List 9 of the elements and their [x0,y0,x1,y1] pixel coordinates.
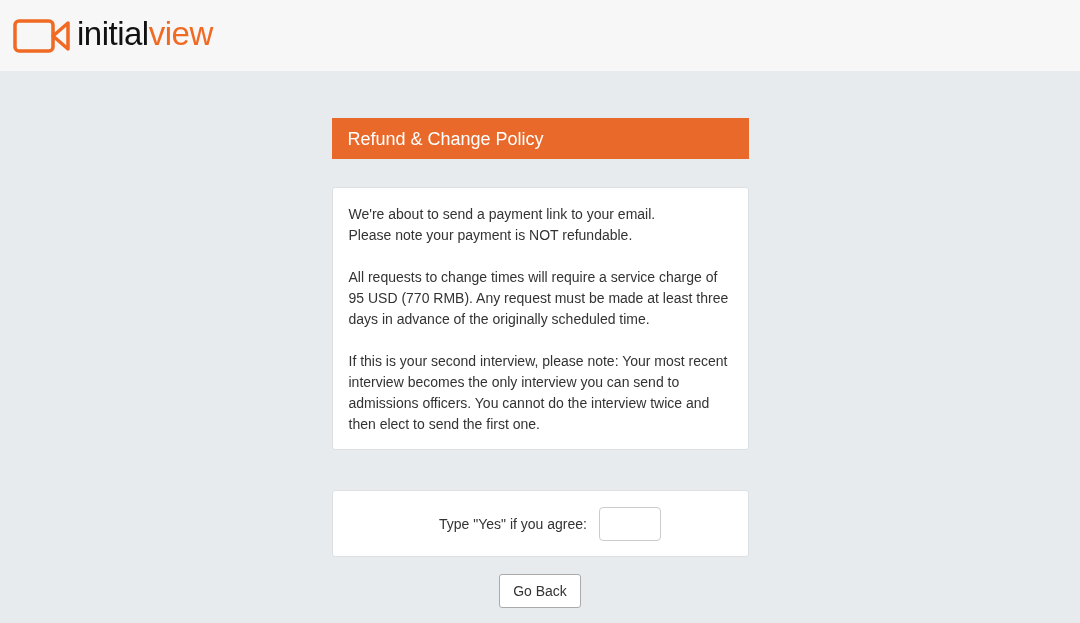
policy-paragraph: We're about to send a payment link to your email. Please note your payment is NOT refundable. [348,205,657,245]
agreement-label: Type "Yes" if you agree: [439,515,587,532]
policy-title: Refund & Change Policy [331,118,749,159]
go-back-button[interactable]: Go Back [499,574,581,608]
logo-text: initialview [77,17,213,50]
agreement-input[interactable] [599,506,661,541]
policy-paragraph: All requests to change times will require a service charge of 95 USD (770 RMB). Any request must be made at least three days in advance of the originally scheduled time. [348,268,730,329]
video-camera-icon [13,18,71,53]
policy-paragraph: If this is your second interview, please note: Your most recent interview becomes the only interview you can send to admissions officers. You cannot do the interview twice and then elect to send the first one. [348,352,729,434]
